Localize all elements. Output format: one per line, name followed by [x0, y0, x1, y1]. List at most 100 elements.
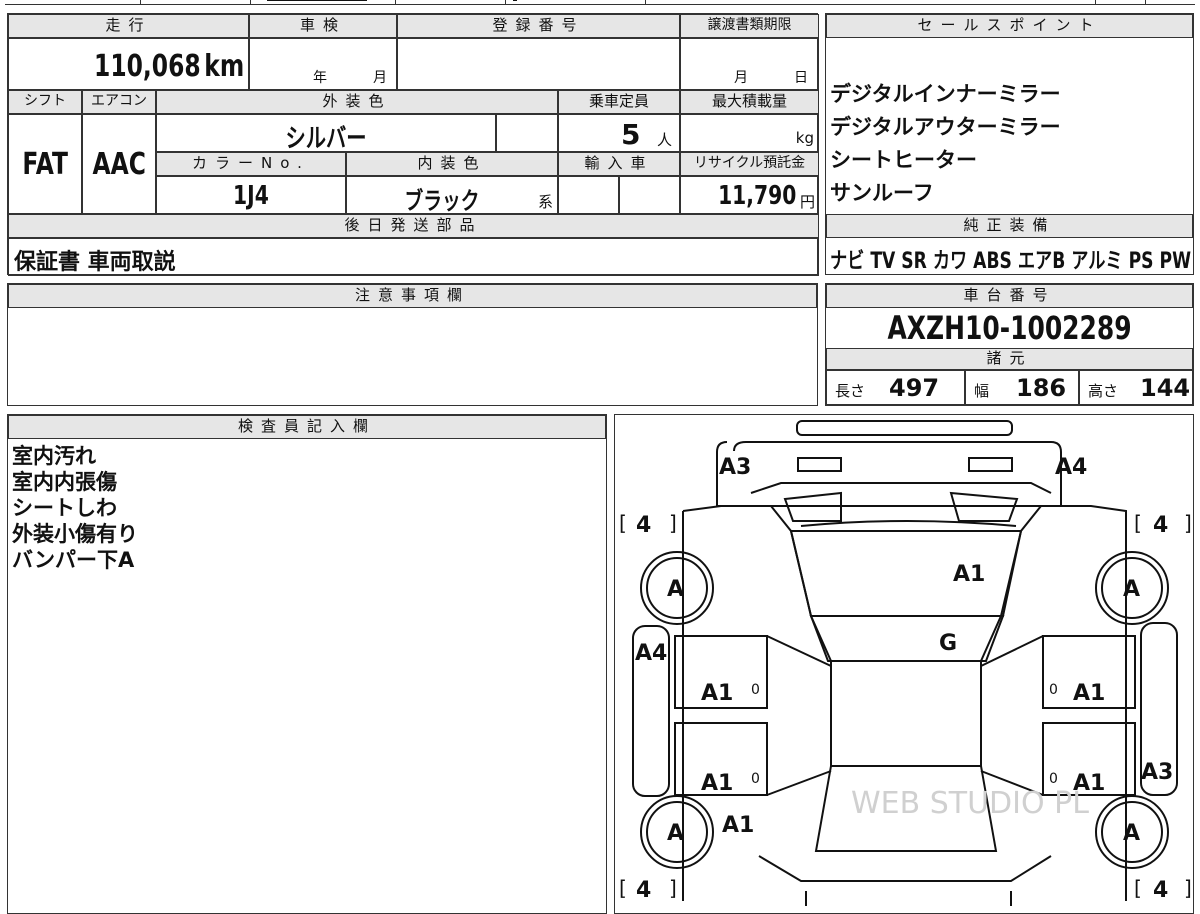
capacity-header: 乗車定員	[558, 90, 680, 114]
ac-value: AAC	[92, 147, 146, 182]
mark-wheel-front-left: A	[667, 577, 684, 602]
sales-points-header: セールスポイント	[826, 14, 1193, 38]
equipment-item: アルミ	[1071, 249, 1123, 274]
inspection-cell: 年 月	[249, 38, 397, 90]
spec-length-cell: 長さ 497	[826, 370, 965, 405]
top-edge-strip	[5, 0, 1195, 5]
int-color-header: 内装色	[346, 152, 558, 176]
inspector-box: 検査員記入欄 室内汚れ 室内内張傷 シートしわ 外装小傷有り バンパー下A	[7, 414, 607, 914]
int-color-value: ブラック	[404, 187, 480, 215]
svg-text:[: [	[1134, 876, 1142, 900]
mark-rear-left: A1	[722, 813, 754, 838]
mileage-cell: 110,068 km	[8, 38, 249, 90]
int-color-cell: ブラック 系	[346, 176, 558, 215]
mark-front-door-left: A1	[701, 681, 733, 706]
capacity-unit: 人	[657, 131, 673, 149]
car-diagram: [] [] [] [] 4 4 4 4 A3 A4 A1 G A4 A1 A1 …	[619, 420, 1192, 906]
ac-header: エアコン	[82, 90, 156, 114]
spec-width-value: 186	[1016, 374, 1067, 402]
mark-front-right: A4	[1055, 455, 1087, 480]
chassis-header: 車台番号	[826, 284, 1193, 308]
notes-header: 注意事項欄	[8, 284, 817, 308]
equipment-list: ナビ TV SR カワ ABS エアB アルミ PS PW	[830, 243, 1191, 275]
capacity-cell: 5 人	[558, 114, 680, 152]
import-cell-a	[558, 176, 619, 214]
watermark: WEB STUDIO PL	[851, 786, 1089, 821]
equipment-item: エアB	[1017, 249, 1066, 274]
transfer-header: 譲渡書類期限	[680, 14, 819, 38]
svg-text:]: ]	[1184, 511, 1192, 535]
int-color-suffix: 系	[537, 193, 553, 211]
mark-rear-door-left: A1	[701, 771, 733, 796]
svg-text:]: ]	[669, 876, 677, 900]
inspector-header: 検査員記入欄	[8, 415, 606, 439]
mark-rear-quarter-right: A3	[1141, 760, 1173, 785]
later-parts-value: 保証書 車両取説	[14, 250, 176, 275]
maxload-unit: kg	[795, 129, 814, 147]
mark-wheel-rear-left: A	[667, 821, 684, 846]
sales-point: デジタルアウターミラー	[830, 115, 1061, 139]
spec-width-label: 幅	[974, 382, 990, 400]
spec-height-label: 高さ	[1088, 382, 1119, 400]
mileage-header: 走行	[8, 14, 249, 38]
notes-box: 注意事項欄	[7, 283, 818, 406]
recycle-header: リサイクル預託金	[680, 152, 819, 176]
later-parts-cell: 保証書 車両取説	[8, 238, 819, 276]
door-zero-front-right: 0	[1049, 682, 1058, 698]
door-zero-rear-left: 0	[751, 771, 760, 787]
recycle-cell: 11,790 円	[680, 176, 819, 214]
door-zero-rear-right: 0	[1049, 771, 1058, 787]
ext-color-extra-cell	[496, 114, 558, 152]
spec-length-label: 長さ	[835, 382, 866, 400]
equipment-item: カワ	[932, 249, 968, 274]
svg-text:[: [	[619, 511, 627, 535]
shift-header: シフト	[8, 90, 82, 114]
transfer-day-unit: 日	[794, 70, 808, 86]
tire-tread-rear-right: 4	[1153, 878, 1168, 903]
spec-length-value: 497	[889, 374, 940, 402]
tire-tread-rear-left: 4	[636, 878, 651, 903]
svg-text:]: ]	[669, 511, 677, 535]
mileage-unit: km	[204, 49, 244, 84]
mark-left-fender: A4	[635, 641, 667, 666]
transfer-month-unit: 月	[734, 70, 748, 86]
inspection-month-unit: 月	[373, 70, 387, 86]
spec-height-cell: 高さ 144	[1079, 370, 1193, 405]
maxload-cell: kg	[680, 114, 819, 152]
recycle-value: 11,790	[717, 181, 796, 211]
chassis-box: 車台番号 AXZH10-1002289 諸元 長さ 497 幅 186 高さ 1…	[825, 283, 1194, 406]
later-parts-header: 後日発送部品	[8, 214, 819, 238]
mark-front-left: A3	[719, 455, 751, 480]
transfer-cell: 月 日	[680, 38, 819, 90]
equipment-item: SR	[901, 249, 927, 274]
recycle-unit: 円	[799, 193, 815, 211]
inspection-year-unit: 年	[313, 70, 327, 86]
inspection-header: 車検	[249, 14, 397, 38]
car-diagram-box: [] [] [] [] 4 4 4 4 A3 A4 A1 G A4 A1 A1 …	[614, 414, 1194, 914]
maxload-header: 最大積載量	[680, 90, 819, 114]
capacity-value: 5	[621, 118, 641, 151]
sales-point: シートヒーター	[830, 148, 977, 172]
mark-wheel-rear-right: A	[1123, 821, 1140, 846]
tire-tread-front-right: 4	[1153, 513, 1168, 538]
mileage-value: 110,068	[94, 49, 201, 84]
sales-point: デジタルインナーミラー	[830, 82, 1061, 106]
equipment-item: ナビ	[830, 249, 865, 274]
inspector-line: 室内内張傷	[12, 470, 117, 494]
svg-text:]: ]	[1184, 876, 1192, 900]
equipment-item: PS	[1128, 249, 1154, 274]
sales-point: サンルーフ	[830, 181, 934, 205]
ext-color-value: シルバー	[285, 124, 367, 154]
color-no-header: カラーNo.	[156, 152, 346, 176]
svg-text:[: [	[1134, 511, 1142, 535]
spec-width-cell: 幅 186	[965, 370, 1079, 405]
sales-points-list: デジタルインナーミラー デジタルアウターミラー シートヒーター サンルーフ	[830, 78, 1061, 210]
inspector-line: シートしわ	[12, 496, 117, 520]
svg-text:[: [	[619, 876, 627, 900]
import-cell-b	[619, 176, 680, 214]
chassis-number: AXZH10-1002289	[887, 309, 1132, 347]
ext-color-header: 外装色	[156, 90, 558, 114]
specs-header: 諸元	[826, 348, 1193, 370]
registration-cell	[397, 38, 680, 90]
tire-tread-front-left: 4	[636, 513, 651, 538]
